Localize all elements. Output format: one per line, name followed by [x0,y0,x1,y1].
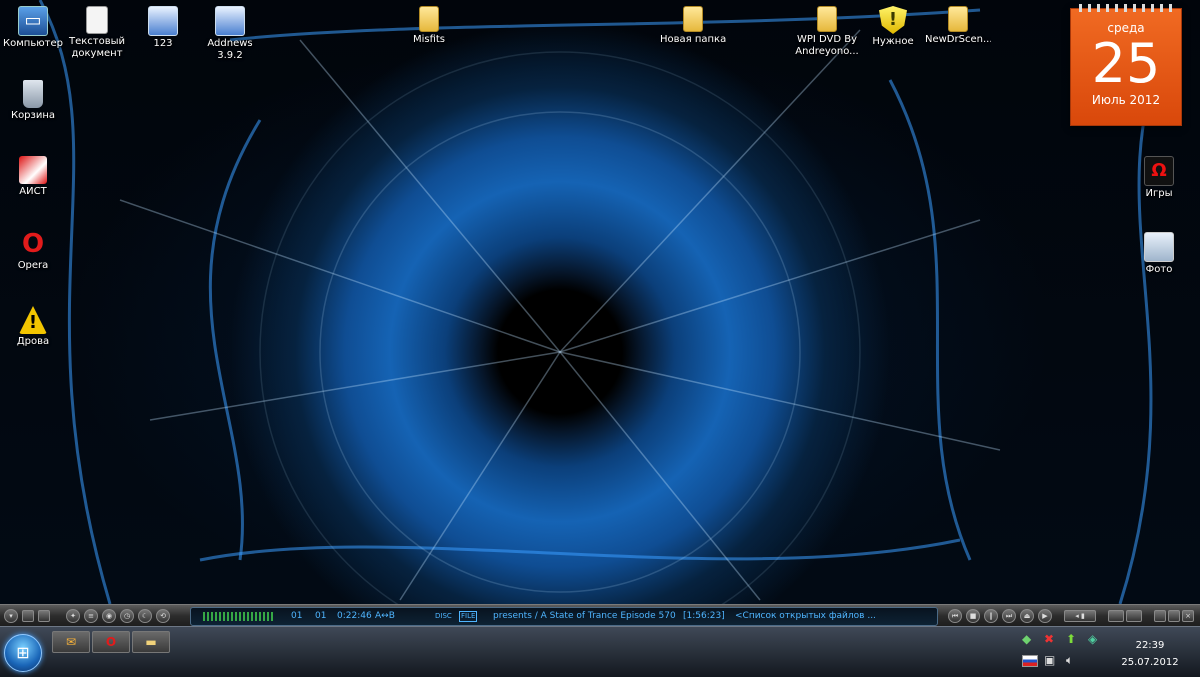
desktop-icon-addnews[interactable]: Addnews 3.9.2 [197,6,263,62]
folder-icon [419,6,439,32]
player-max-button[interactable] [1168,610,1180,622]
stop-icon[interactable]: ■ [966,609,980,623]
calendar-rings [1079,4,1173,12]
calendar-gadget[interactable]: среда 25 Июль 2012 [1070,4,1182,126]
taskbar-opera-button[interactable]: O [92,631,130,653]
recycle-bin-icon [23,80,43,108]
player-pl-icon[interactable] [1126,610,1142,622]
player-track-duration: [1:56:23] [683,611,725,621]
opera-icon: O [21,229,45,259]
player-mc-icon[interactable] [1108,610,1124,622]
desktop-icon-drivers[interactable]: ! Дрова [0,306,66,348]
taskbar-mail-button[interactable]: ✉ [52,631,90,653]
volume-icon[interactable]: 🔈︎ [1066,653,1073,668]
text-document-icon [86,6,108,34]
desktop-icon-computer[interactable]: ▭ Компьютер [0,6,66,50]
next-track-icon[interactable]: ⏭ [1002,609,1016,623]
player-playlist-icon[interactable] [38,610,50,622]
language-ru-icon[interactable] [1022,655,1038,670]
player-scheduler-icon[interactable]: ◷ [120,609,134,623]
games-icon: Ω [1144,156,1174,186]
open-file-icon[interactable]: ⏏ [1020,609,1034,623]
shield-icon: ! [879,6,907,34]
player-close-button[interactable]: × [1182,610,1194,622]
player-elapsed-time: 0:22:46 [337,611,372,621]
volume-slider[interactable]: ◂ ▮ [1064,610,1096,622]
network-icon[interactable]: ◆ [1022,632,1031,646]
desktop-icon-aist[interactable]: АИСТ [0,156,66,198]
clock-time: 22:39 [1135,640,1165,651]
desktop-icon-games[interactable]: Ω Игры [1126,156,1192,200]
desktop-icon-recycle-bin[interactable]: Корзина [0,80,66,122]
taskbar-explorer-button[interactable]: ▬ [132,631,170,653]
spectrum-analyzer [203,612,273,621]
calendar-month-year: Июль 2012 [1091,93,1161,107]
start-button[interactable]: ⊞ [4,634,42,672]
desktop-wallpaper [0,0,1200,604]
network-shortcut-icon [148,6,178,36]
monitor-icon[interactable]: ▣ [1044,653,1055,667]
player-effects-icon[interactable]: ✦ [66,609,80,623]
previous-track-icon[interactable]: ⏮ [948,609,962,623]
desktop-icon-text-document[interactable]: Текстовый документ [64,6,130,60]
player-radio-icon[interactable]: ◉ [102,609,116,623]
player-menu-icon[interactable]: ▾ [4,609,18,623]
folder-icon [817,6,837,32]
calendar-day: 25 [1091,32,1161,95]
player-sleep-icon[interactable]: ☾ [138,609,152,623]
computer-icon: ▭ [18,6,48,36]
folder-icon: ▬ [145,635,157,649]
opera-icon: O [105,635,117,649]
folder-icon [683,6,703,32]
desktop-icon-nuzhnoe[interactable]: ! Нужное [860,6,926,48]
antivirus-icon[interactable]: ✖ [1044,632,1054,646]
play-icon[interactable]: ▶ [1038,609,1052,623]
wallpaper-light-streaks [38,0,1172,604]
desktop-icon-opera[interactable]: O Opera [0,230,66,272]
taskbar: ⊞ ✉ O ▬ ◆ ✖ ⬆ ◈ ▣ 🔈︎ 22:39 25.07.2012 [0,626,1200,677]
desktop-icon-123[interactable]: 123 [130,6,196,50]
desktop-icon-misfits[interactable]: Misfits [396,6,462,46]
player-repeat-icon[interactable]: ⟲ [156,609,170,623]
player-min-button[interactable] [1154,610,1166,622]
warning-icon: ! [19,306,47,334]
green-app-icon[interactable]: ◈ [1088,632,1097,646]
update-arrow-icon[interactable]: ⬆ [1066,632,1076,646]
player-equalizer-icon[interactable]: ≡ [84,609,98,623]
player-track-title: presents / A State of Trance Episode 570 [493,611,676,621]
player-minimize-icon[interactable] [22,610,34,622]
desktop-icon-photo[interactable]: Фото [1126,232,1192,276]
folder-icon [948,6,968,32]
desktop-icon-new-folder[interactable]: Новая папка [660,6,726,46]
app-shortcut-icon [215,6,245,36]
music-player-bar: ▾ ✦ ≡ ◉ ◷ ☾ ⟲ 01 01 0:22:46 A↔B DISC FIL… [0,604,1200,627]
pause-icon[interactable]: ‖ [984,609,998,623]
system-clock[interactable]: 22:39 25.07.2012 [1110,637,1190,671]
mail-icon: ✉ [65,635,77,649]
desktop-icon-newdrscen[interactable]: NewDrScen... [925,6,991,46]
player-display: 01 01 0:22:46 A↔B DISC FILE presents / A… [190,607,938,626]
player-playlist-name[interactable]: <Список открытых файлов ... [735,608,876,625]
photo-icon [1144,232,1174,262]
clock-date: 25.07.2012 [1121,657,1179,668]
aist-shortcut-icon [19,156,47,184]
desktop-icon-wpi-dvd[interactable]: WPI DVD By Andreyono... [794,6,860,58]
